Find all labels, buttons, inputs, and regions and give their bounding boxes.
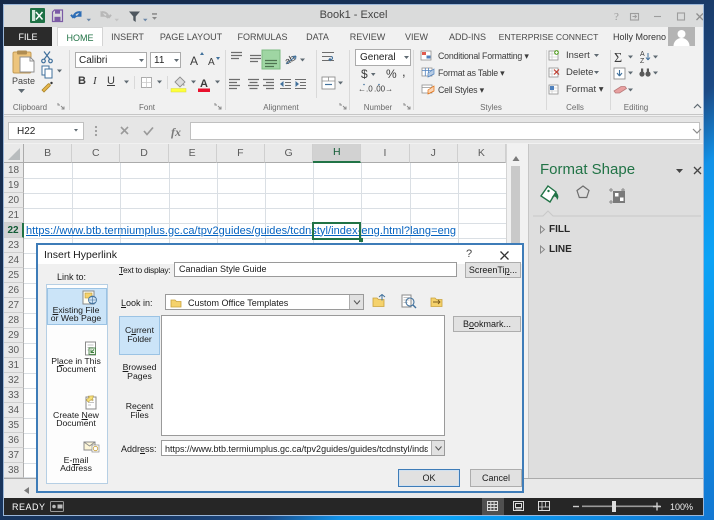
svg-text:?: ? <box>614 11 619 23</box>
svg-text:.00→: .00→ <box>374 85 393 94</box>
svg-text:A: A <box>190 54 198 68</box>
svg-text:A: A <box>640 51 645 58</box>
svg-text:,: , <box>402 64 406 79</box>
svg-text:Σ: Σ <box>614 51 622 66</box>
svg-text:$: $ <box>361 67 368 81</box>
svg-text:A: A <box>208 57 215 68</box>
svg-text:%: % <box>386 67 397 81</box>
svg-text:ab: ab <box>283 53 297 67</box>
svg-text:fx: fx <box>171 125 181 139</box>
svg-text:Z: Z <box>640 58 645 65</box>
svg-text:A: A <box>200 78 208 90</box>
svg-text:←.0: ←.0 <box>358 85 373 94</box>
